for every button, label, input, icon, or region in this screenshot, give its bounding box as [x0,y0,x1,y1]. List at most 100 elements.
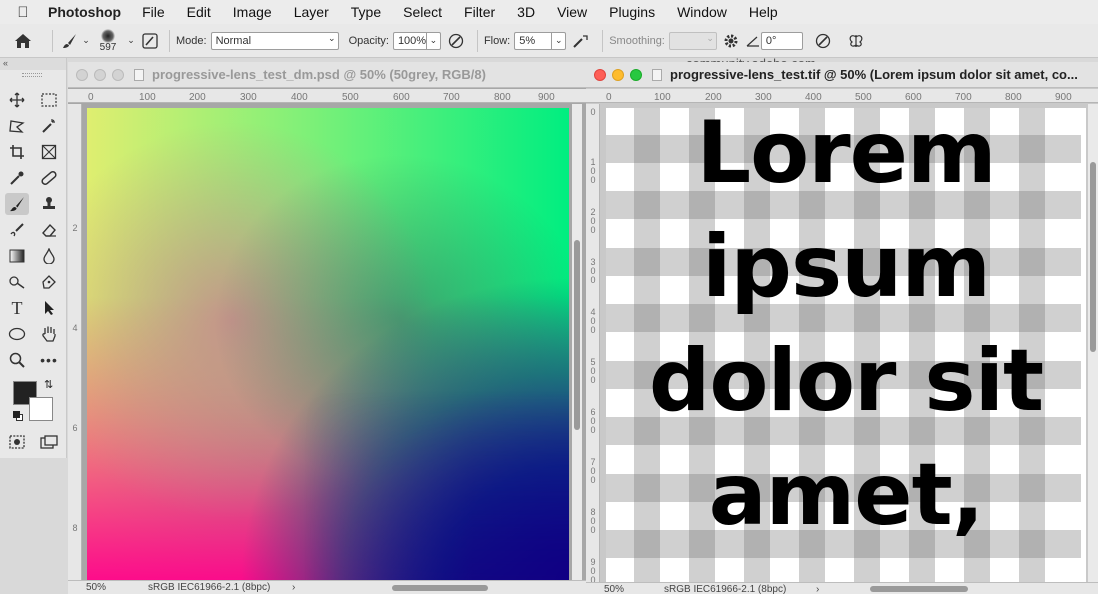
gear-icon[interactable] [717,33,745,49]
ruler-label: 800 [494,92,511,103]
lasso-icon[interactable] [5,115,29,137]
ruler-label: 0 [590,107,596,117]
chevron-down-icon[interactable]: ⌄ [125,35,137,46]
history-brush-icon[interactable] [5,219,29,241]
brush-icon[interactable] [5,193,29,215]
home-icon[interactable] [0,33,46,49]
menu-file[interactable]: File [131,4,176,20]
document-titlebar[interactable]: progressive-lens_test_dm.psd @ 50% (50gr… [68,62,586,88]
menu-image[interactable]: Image [222,4,283,20]
maximize-button[interactable] [630,68,642,81]
chevron-down-icon: ⌄ [429,35,438,45]
vertical-scrollbar[interactable] [1088,104,1098,582]
quick-mask-icon[interactable] [5,431,29,453]
close-button[interactable] [594,68,606,81]
flow-input[interactable]: 5% [514,31,553,50]
panel-grip-icon[interactable] [22,73,42,77]
menu-3d[interactable]: 3D [506,4,546,20]
menu-type[interactable]: Type [340,4,392,20]
horizontal-ruler[interactable]: 0 100 200 300 400 500 600 700 800 900 [586,89,1098,103]
airbrush-icon[interactable] [566,33,596,49]
vertical-scrollbar[interactable] [572,104,582,580]
ruler-label: 400 [590,307,596,335]
chevron-right-icon[interactable]: › [816,584,819,594]
path-select-icon[interactable] [37,297,61,319]
canvas-text-layer[interactable]: Lorem ipsum dolor sit amet, [606,108,1086,552]
pressure-size-icon[interactable] [803,33,843,49]
opacity-input[interactable]: 100% [392,31,427,50]
default-colors-icon[interactable] [13,411,23,421]
menu-plugins[interactable]: Plugins [598,4,666,20]
document-titlebar[interactable]: progressive-lens_test.tif @ 50% (Lorem i… [586,62,1098,88]
ruler-label: 200 [705,92,722,103]
more-icon[interactable]: ••• [37,349,61,371]
minimize-button[interactable] [94,68,106,81]
eyedropper-icon[interactable] [5,167,29,189]
scrollbar-thumb[interactable] [870,586,968,592]
healing-icon[interactable] [37,167,61,189]
menu-app-name[interactable]: Photoshop [46,4,131,20]
chevron-right-icon[interactable]: › [292,582,295,593]
menu-window[interactable]: Window [666,4,738,20]
menu-help[interactable]: Help [738,4,789,20]
zoom-level[interactable]: 50% [586,584,646,594]
panel-collapse-icon[interactable]: « [0,58,66,70]
zoom-icon[interactable] [5,349,29,371]
brush-settings-icon[interactable] [137,32,163,49]
scrollbar-thumb[interactable] [1090,162,1096,352]
flow-dropdown[interactable]: ⌄ [552,31,567,50]
opacity-dropdown[interactable]: ⌄ [426,31,441,50]
scrollbar-thumb[interactable] [392,585,488,591]
brush-preset-picker[interactable]: 597 [91,28,125,53]
swap-colors-icon[interactable]: ⇅ [44,378,53,391]
scrollbar-thumb[interactable] [574,240,580,430]
hand-icon[interactable] [37,323,61,345]
dodge-icon[interactable] [5,271,29,293]
close-button[interactable] [76,68,88,81]
ruler-label: 200 [189,92,206,103]
blur-icon[interactable] [37,245,61,267]
mode-select[interactable]: Normal ⌄ [210,31,339,50]
smoothing-input[interactable]: ⌄ [668,31,717,50]
chevron-down-icon: ⌄ [328,32,336,43]
vertical-ruler[interactable]: 0 100 200 300 400 500 600 700 800 900 [586,104,600,585]
brush-tool-icon[interactable] [59,33,81,49]
options-bar: ⌄ 597 ⌄ Mode: Normal ⌄ Opacity: 100% ⌄ F… [0,24,1098,58]
menu-layer[interactable]: Layer [283,4,340,20]
eraser-icon[interactable] [37,219,61,241]
vertical-ruler[interactable]: 2 4 6 8 [68,104,82,580]
horizontal-ruler[interactable]: 0 100 200 300 400 500 600 700 800 900 [68,89,586,103]
stamp-icon[interactable] [37,193,61,215]
ellipse-icon[interactable] [5,323,29,345]
menu-view[interactable]: View [546,4,598,20]
menu-bar:  Photoshop File Edit Image Layer Type S… [0,0,1098,24]
type-icon[interactable]: T [5,297,29,319]
menu-edit[interactable]: Edit [176,4,222,20]
crop-icon[interactable] [5,141,29,163]
chevron-down-icon[interactable]: ⌄ [81,35,91,46]
screen-mode-icon[interactable] [37,431,61,453]
angle-input[interactable]: 0° [760,31,803,50]
menu-select[interactable]: Select [392,4,453,20]
background-color-swatch[interactable] [29,397,53,421]
pen-icon[interactable] [37,271,61,293]
symmetry-icon[interactable] [843,33,869,49]
minimize-button[interactable] [612,68,624,81]
magic-wand-icon[interactable] [37,115,61,137]
apple-icon[interactable]:  [0,4,46,21]
frame-icon[interactable] [37,141,61,163]
horizontal-scrollbar[interactable] [306,583,572,593]
zoom-level[interactable]: 50% [68,582,126,593]
gradient-icon[interactable] [5,245,29,267]
menu-filter[interactable]: Filter [453,4,506,20]
divider [169,29,170,52]
horizontal-scrollbar[interactable] [826,584,1088,594]
text-canvas[interactable]: Lorem ipsum dolor sit amet, [606,108,1086,582]
maximize-button[interactable] [112,68,124,81]
move-icon[interactable] [5,89,29,111]
ruler-label: 0 [606,92,612,103]
pressure-opacity-icon[interactable] [441,33,471,49]
marquee-icon[interactable] [37,89,61,111]
gradient-canvas[interactable] [87,108,569,580]
document-title: progressive-lens_test_dm.psd @ 50% (50gr… [152,67,486,82]
